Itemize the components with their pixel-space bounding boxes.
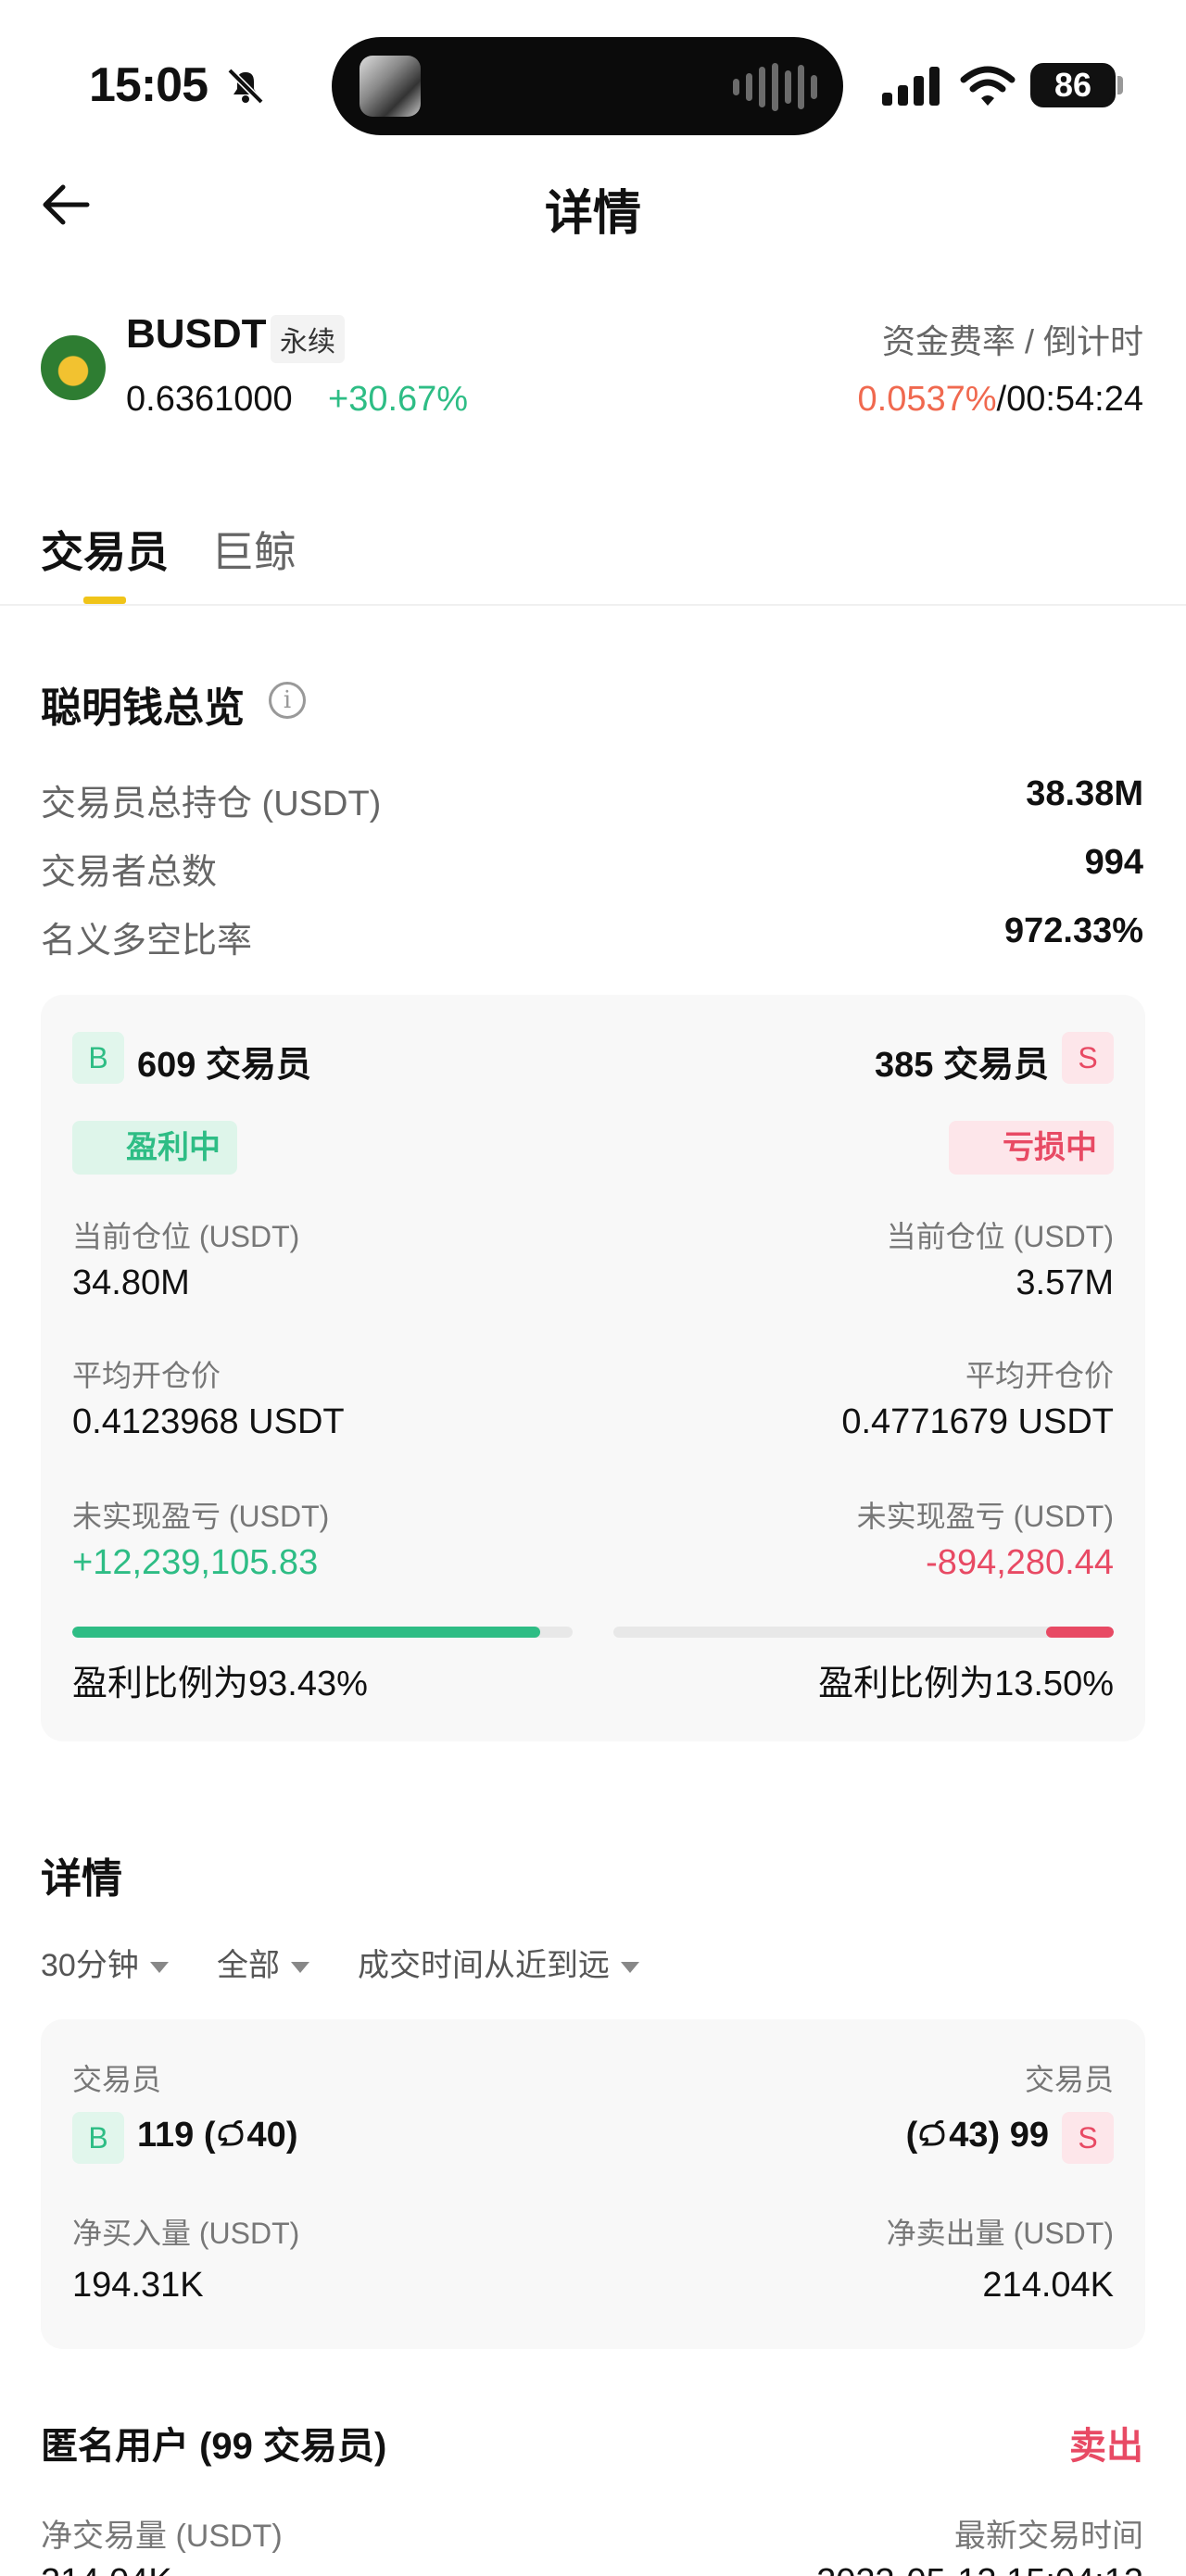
last-price: 0.6361000 [126,380,293,419]
net-sell-label: 净卖出量 (USDT) [886,2217,1114,2250]
latest-trade-time-label: 最新交易时间 [954,2519,1143,2554]
buy-whale-count: 40 [246,2116,286,2155]
funding-countdown: 00:54:24 [1006,380,1143,419]
long-profit-bar-fill [72,1627,540,1638]
token-logo-icon [41,335,106,400]
total-position-value: 38.38M [1026,774,1143,813]
total-position-label: 交易员总持仓 (USDT) [41,785,382,823]
chevron-down-icon [291,1962,309,1974]
side-filter[interactable]: 全部 [217,1940,309,1985]
net-buy-value: 194.31K [72,2266,204,2305]
sort-filter-label: 成交时间从近到远 [358,1948,610,1983]
audio-waveform-icon [733,63,817,111]
short-pnl-label: 未实现盈亏 (USDT) [856,1500,1114,1533]
dynamic-island[interactable] [332,37,843,135]
price-change: +30.67% [328,380,469,419]
buy-traders-label: 交易员 [72,2063,162,2096]
net-volume-label: 净交易量 (USDT) [41,2519,283,2554]
status-time: 15:05 [89,58,208,112]
whale-icon [919,2120,945,2146]
short-avg-price-value: 0.4771679 USDT [841,1402,1114,1441]
battery-tip [1117,76,1123,94]
latest-trade-time-value: 2023-05-12 15:04:12 [816,2562,1143,2576]
net-volume-value: 214.04K [41,2562,172,2576]
short-profit-bar [613,1627,1114,1638]
short-avg-price-label: 平均开仓价 [965,1359,1114,1392]
buy-badge: B [72,2112,124,2164]
wifi-icon [960,66,1016,106]
funding-rate: 0.0537% [857,380,997,419]
whale-icon [218,2120,244,2146]
buy-count: 119 [137,2116,195,2155]
chevron-down-icon [621,1962,639,1974]
short-status-badge: 亏损中 [949,1121,1114,1175]
long-short-card: B 609 交易员 盈利中 当前仓位 (USDT) 34.80M 平均开仓价 0… [41,995,1145,1741]
long-profit-bar [72,1627,573,1638]
overview-title: 聪明钱总览 [41,685,245,731]
total-traders-label: 交易者总数 [41,853,218,892]
short-profit-ratio: 盈利比例为13.50% [818,1665,1114,1703]
funding-separator: / [996,380,1007,419]
silent-bell-icon [227,68,264,105]
long-short-ratio-label: 名义多空比率 [41,922,253,961]
total-traders-value: 994 [1084,843,1143,882]
sell-trader-count: (43) 99 [905,2116,1049,2155]
funding-rate-countdown: 0.0537%/00:54:24 [858,380,1144,420]
long-position-label: 当前仓位 (USDT) [72,1220,300,1253]
now-playing-thumbnail [360,56,421,117]
interval-filter[interactable]: 30分钟 [41,1940,169,1985]
sort-filter[interactable]: 成交时间从近到远 [358,1940,639,1985]
short-trader-count: 385 交易员 [875,1046,1049,1085]
buy-trader-count: 119 (40) [137,2116,298,2155]
buy-badge: B [72,1032,124,1084]
side-filter-label: 全部 [217,1948,280,1983]
tab-whales[interactable]: 巨鲸 [211,519,296,580]
active-tab-indicator [83,597,126,604]
instrument-symbol[interactable]: BUSDT [126,311,267,358]
tab-divider [0,604,1186,606]
trade-side-label: 卖出 [1069,2426,1143,2467]
long-avg-price-value: 0.4123968 USDT [72,1402,345,1441]
long-pnl-label: 未实现盈亏 (USDT) [72,1500,330,1533]
info-icon[interactable]: i [269,682,306,719]
long-short-ratio-value: 972.33% [1003,911,1143,950]
battery-indicator: 86 [1030,63,1116,107]
chevron-down-icon [149,1962,169,1974]
anonymous-user-title[interactable]: 匿名用户 (99 交易员) [41,2416,386,2469]
short-profit-bar-fill [1046,1627,1114,1638]
net-buy-label: 净买入量 (USDT) [72,2217,300,2250]
long-profit-ratio: 盈利比例为93.43% [72,1665,368,1703]
long-trader-count: 609 交易员 [137,1046,311,1085]
sell-badge: S [1062,2112,1114,2164]
short-position-value: 3.57M [1016,1263,1114,1302]
short-position-label: 当前仓位 (USDT) [886,1220,1114,1253]
long-position-value: 34.80M [72,1263,190,1302]
details-summary-card: 交易员 B 119 (40) 净买入量 (USDT) 194.31K 交易员 S… [41,2019,1145,2349]
short-pnl-value: -894,280.44 [926,1543,1114,1582]
funding-rate-label: 资金费率 / 倒计时 [881,322,1143,360]
long-avg-price-label: 平均开仓价 [72,1359,221,1392]
page-title: 详情 [544,187,641,241]
cellular-signal-icon [882,67,940,106]
contract-type-tag: 永续 [271,315,345,363]
sell-whale-count: 43 [949,2116,989,2155]
long-status-badge: 盈利中 [72,1121,237,1175]
long-pnl-value: +12,239,105.83 [72,1543,319,1582]
tab-traders[interactable]: 交易员 [41,519,169,580]
interval-filter-label: 30分钟 [41,1948,139,1983]
sell-traders-label: 交易员 [1024,2063,1114,2096]
net-sell-value: 214.04K [982,2266,1114,2305]
details-title: 详情 [41,1856,122,1902]
sell-count: 99 [1009,2116,1049,2155]
sell-badge: S [1062,1032,1114,1084]
